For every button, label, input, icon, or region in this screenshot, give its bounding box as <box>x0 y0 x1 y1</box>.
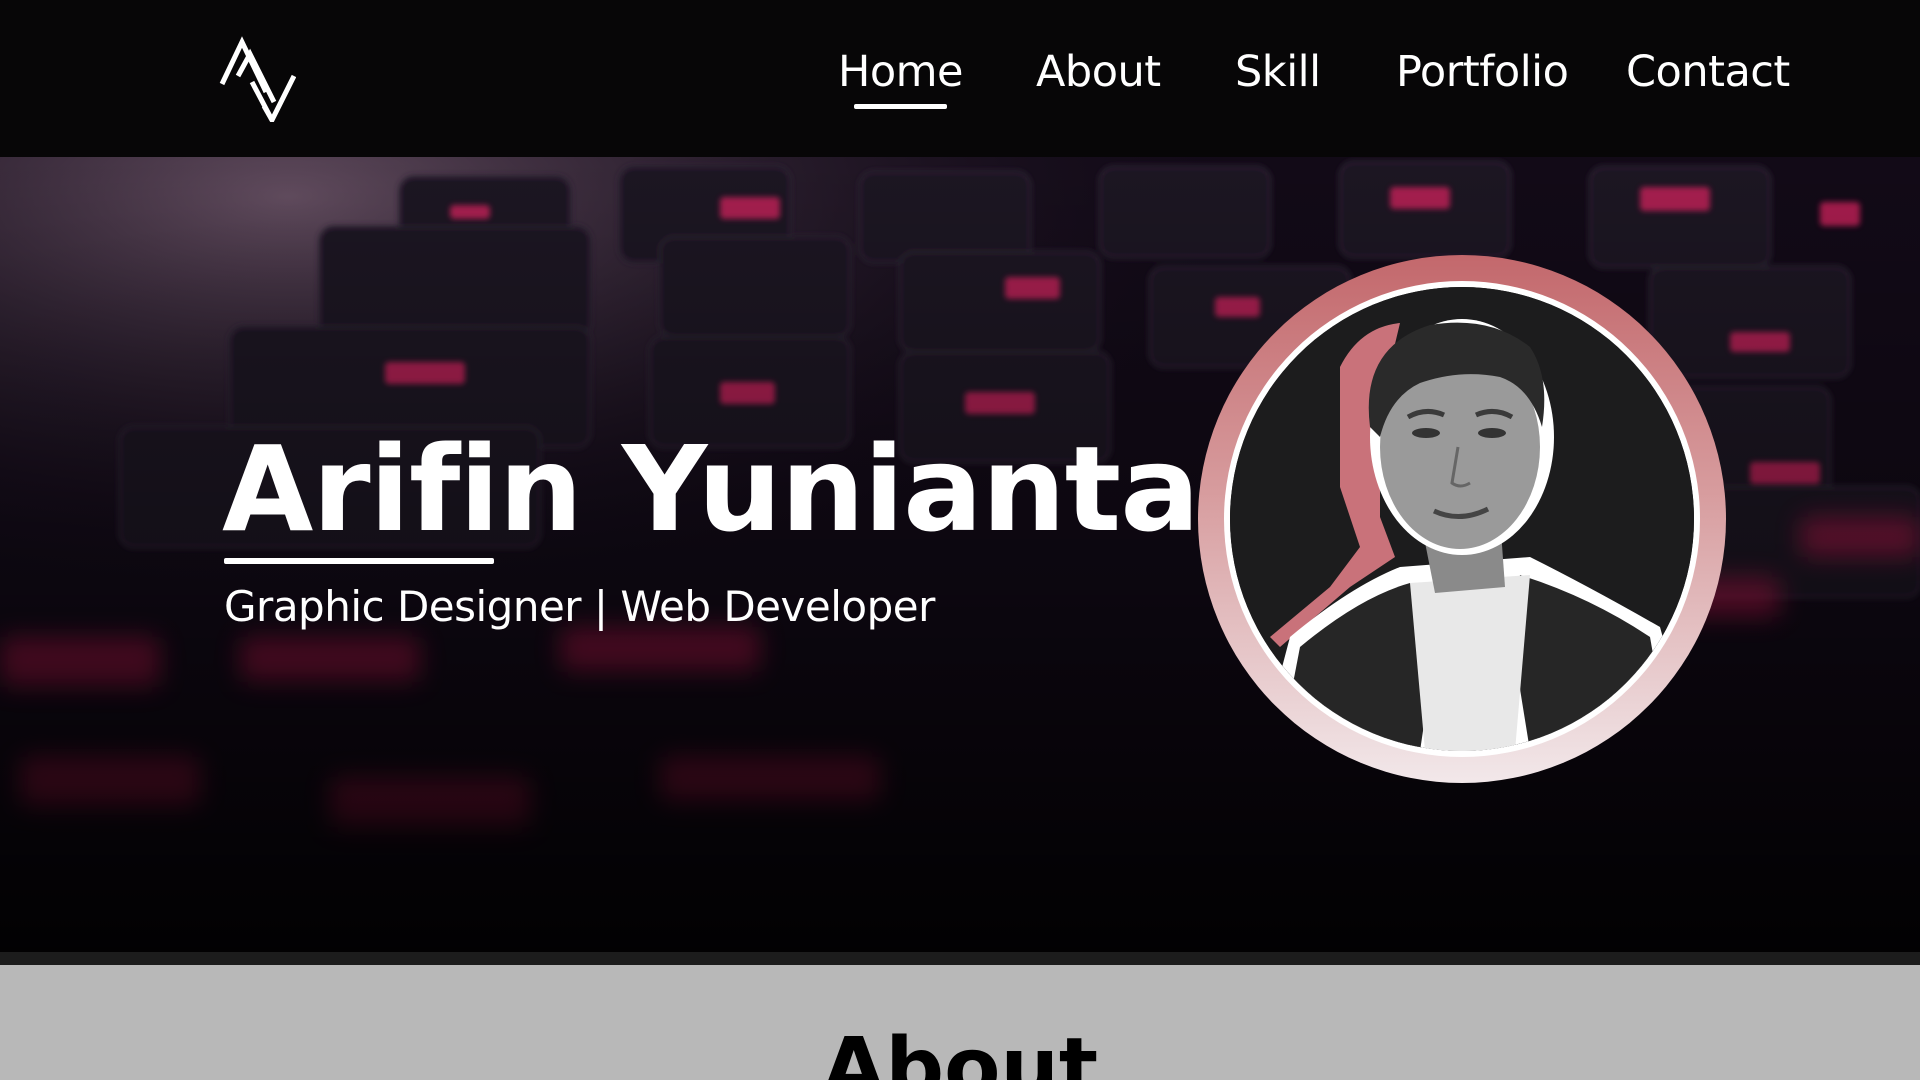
nav-about[interactable]: About <box>1036 40 1161 104</box>
section-divider <box>0 952 1920 965</box>
hero-name-underline <box>224 558 494 564</box>
profile-frame <box>1224 281 1700 757</box>
hero-name: Arifin Yunianta <box>222 420 1200 558</box>
main-nav: Home About Skill Portfolio Contact <box>0 40 1920 120</box>
profile-person-illustration <box>1230 287 1694 751</box>
nav-home[interactable]: Home <box>838 40 963 109</box>
about-section: About <box>0 965 1920 1080</box>
nav-portfolio[interactable]: Portfolio <box>1396 40 1569 104</box>
hero-subtitle: Graphic Designer | Web Developer <box>224 582 935 631</box>
about-heading: About <box>821 1021 1099 1080</box>
hero-section: Arifin Yunianta Graphic Designer | Web D… <box>0 157 1920 952</box>
profile-ring <box>1198 255 1726 783</box>
navbar: Home About Skill Portfolio Contact <box>0 0 1920 157</box>
nav-active-underline <box>854 104 947 109</box>
nav-skill[interactable]: Skill <box>1235 40 1321 104</box>
profile-photo <box>1230 287 1694 751</box>
nav-contact[interactable]: Contact <box>1626 40 1790 104</box>
